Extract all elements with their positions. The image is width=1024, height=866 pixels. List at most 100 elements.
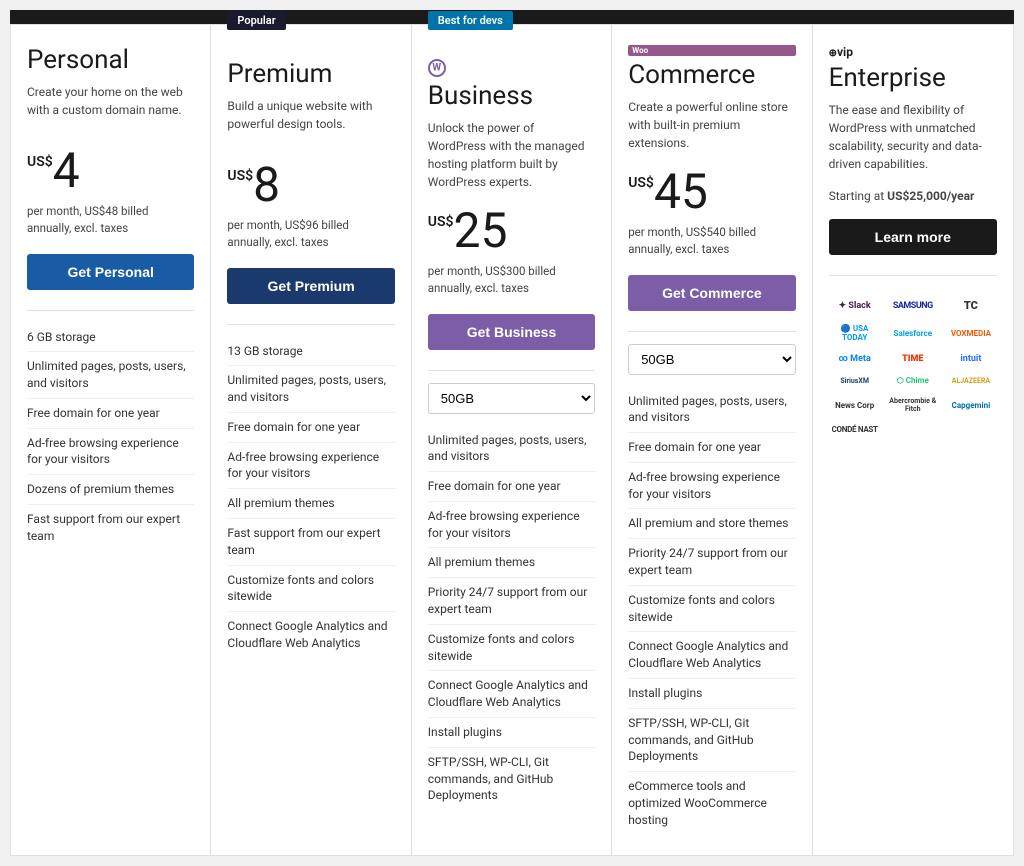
woo-icon: Woo bbox=[628, 45, 795, 56]
wp-icon bbox=[428, 59, 446, 77]
feature-item: Priority 24/7 support from our expert te… bbox=[628, 539, 795, 586]
premium-price: US$8 bbox=[227, 161, 394, 209]
personal-cta-button[interactable]: Get Personal bbox=[27, 254, 194, 290]
plan-col-commerce: Woo Commerce Create a powerful online st… bbox=[612, 25, 812, 855]
feature-item: 6 GB storage bbox=[27, 323, 194, 353]
plan-col-premium: Popular Premium Build a unique website w… bbox=[211, 25, 411, 855]
feature-item: Customize fonts and colors sitewide bbox=[428, 625, 595, 672]
business-cta-button[interactable]: Get Business bbox=[428, 314, 595, 350]
feature-item: Unlimited pages, posts, users, and visit… bbox=[428, 426, 595, 473]
logo-condé-nast: CONDÉ NAST bbox=[829, 422, 881, 437]
personal-divider bbox=[27, 310, 194, 311]
plan-col-personal: Personal Create your home on the web wit… bbox=[11, 25, 211, 855]
feature-item: eCommerce tools and optimized WooCommerc… bbox=[628, 772, 795, 834]
premium-billed: per month, US$96 billed annually, excl. … bbox=[227, 217, 394, 252]
logo-siriusxm: SiriusXM bbox=[829, 373, 881, 388]
enterprise-logos: ✦ Slack SAMSUNG TC 🔵 USA TODAYSalesforceVOX… bbox=[829, 296, 997, 437]
feature-item: SFTP/SSH, WP-CLI, Git commands, and GitH… bbox=[628, 709, 795, 772]
business-price: US$25 bbox=[428, 207, 595, 255]
feature-item: Install plugins bbox=[628, 679, 795, 709]
logo-voxmedia: VOXMEDIA bbox=[945, 321, 997, 345]
feature-item: Free domain for one year bbox=[428, 472, 595, 502]
feature-item: Free domain for one year bbox=[628, 433, 795, 463]
premium-plan-desc: Build a unique website with powerful des… bbox=[227, 97, 394, 145]
enterprise-starting: Starting at US$25,000/year bbox=[829, 189, 997, 203]
commerce-plan-name: Commerce bbox=[628, 60, 795, 90]
feature-item: Fast support from our expert team bbox=[227, 519, 394, 566]
feature-item: Connect Google Analytics and Cloudflare … bbox=[227, 612, 394, 658]
personal-currency: US$ bbox=[27, 154, 53, 170]
feature-item: Free domain for one year bbox=[227, 413, 394, 443]
logo-time: TIME bbox=[887, 351, 939, 367]
commerce-billed: per month, US$540 billed annually, excl.… bbox=[628, 224, 795, 259]
logo-tc: TC bbox=[945, 296, 997, 315]
feature-item: SFTP/SSH, WP-CLI, Git commands, and GitH… bbox=[428, 748, 595, 810]
personal-price: US$4 bbox=[27, 147, 194, 195]
commerce-storage-select[interactable]: 50GB 100GB 200GB bbox=[628, 344, 795, 375]
commerce-features: Unlimited pages, posts, users, and visit… bbox=[628, 387, 795, 835]
logo-news-corp: News Corp bbox=[829, 394, 881, 416]
premium-divider bbox=[227, 324, 394, 325]
plan-col-business: Best for devs Business Unlock the power … bbox=[412, 25, 612, 855]
premium-features: 13 GB storageUnlimited pages, posts, use… bbox=[227, 337, 394, 835]
logo-capgemini: Capgemini bbox=[945, 394, 997, 416]
logo-meta: ∞ Meta bbox=[829, 351, 881, 367]
logo-abercrombie-&-fitch: Abercrombie & Fitch bbox=[887, 394, 939, 416]
business-storage-select[interactable]: 50GB 100GB 200GB bbox=[428, 383, 595, 414]
commerce-cta-button[interactable]: Get Commerce bbox=[628, 275, 795, 311]
feature-item: Install plugins bbox=[428, 718, 595, 748]
business-divider bbox=[428, 370, 595, 371]
pricing-grid: Personal Create your home on the web wit… bbox=[10, 24, 1014, 856]
vip-icon: ⊕vip bbox=[829, 45, 997, 59]
business-features: Unlimited pages, posts, users, and visit… bbox=[428, 426, 595, 835]
feature-item: Ad-free browsing experience for your vis… bbox=[27, 429, 194, 476]
logo-intuit: intuit bbox=[945, 351, 997, 367]
personal-features: 6 GB storageUnlimited pages, posts, user… bbox=[27, 323, 194, 835]
plan-col-enterprise: ⊕vip Enterprise The ease and flexibility… bbox=[813, 25, 1013, 855]
feature-item: All premium themes bbox=[227, 489, 394, 519]
feature-item: Ad-free browsing experience for your vis… bbox=[428, 502, 595, 549]
logo-⬡-chime: ⬡ Chime bbox=[887, 373, 939, 388]
personal-amount: 4 bbox=[53, 142, 80, 199]
enterprise-plan-desc: The ease and flexibility of WordPress wi… bbox=[829, 101, 997, 173]
commerce-amount: 45 bbox=[654, 163, 708, 220]
feature-item: Connect Google Analytics and Cloudflare … bbox=[428, 671, 595, 718]
feature-item: Ad-free browsing experience for your vis… bbox=[227, 443, 394, 490]
personal-plan-desc: Create your home on the web with a custo… bbox=[27, 83, 194, 131]
premium-currency: US$ bbox=[227, 168, 253, 184]
business-amount: 25 bbox=[454, 202, 508, 259]
feature-item: All premium and store themes bbox=[628, 509, 795, 539]
enterprise-plan-name: Enterprise bbox=[829, 63, 997, 93]
feature-item: Customize fonts and colors sitewide bbox=[227, 566, 394, 613]
premium-plan-name: Premium bbox=[227, 59, 394, 89]
enterprise-cta-button[interactable]: Learn more bbox=[829, 219, 997, 255]
personal-billed: per month, US$48 billed annually, excl. … bbox=[27, 203, 194, 238]
feature-item: Free domain for one year bbox=[27, 399, 194, 429]
feature-item: Fast support from our expert team bbox=[27, 505, 194, 551]
commerce-price: US$45 bbox=[628, 168, 795, 216]
feature-item: Unlimited pages, posts, users, and visit… bbox=[27, 352, 194, 399]
enterprise-divider bbox=[829, 275, 997, 276]
commerce-currency: US$ bbox=[628, 175, 654, 191]
feature-item: Ad-free browsing experience for your vis… bbox=[628, 463, 795, 510]
logo-salesforce: Salesforce bbox=[887, 321, 939, 345]
logo-aljazeera: ALJAZEERA bbox=[945, 373, 997, 388]
feature-item: Customize fonts and colors sitewide bbox=[628, 586, 795, 633]
business-plan-name: Business bbox=[428, 81, 595, 111]
logo-samsung: SAMSUNG bbox=[887, 296, 939, 315]
commerce-plan-desc: Create a powerful online store with buil… bbox=[628, 98, 795, 152]
premium-cta-button[interactable]: Get Premium bbox=[227, 268, 394, 304]
logo-slack: ✦ Slack bbox=[829, 296, 881, 315]
commerce-divider bbox=[628, 331, 795, 332]
premium-badge: Popular bbox=[227, 11, 285, 30]
feature-item: Unlimited pages, posts, users, and visit… bbox=[628, 387, 795, 434]
feature-item: Priority 24/7 support from our expert te… bbox=[428, 578, 595, 625]
feature-item: All premium themes bbox=[428, 548, 595, 578]
feature-item: Dozens of premium themes bbox=[27, 475, 194, 505]
business-currency: US$ bbox=[428, 214, 454, 230]
business-plan-desc: Unlock the power of WordPress with the m… bbox=[428, 119, 595, 191]
business-badge: Best for devs bbox=[428, 11, 513, 30]
logo-usa-today: 🔵 USA TODAY bbox=[829, 321, 881, 345]
feature-item: Unlimited pages, posts, users, and visit… bbox=[227, 366, 394, 413]
business-billed: per month, US$300 billed annually, excl.… bbox=[428, 263, 595, 298]
